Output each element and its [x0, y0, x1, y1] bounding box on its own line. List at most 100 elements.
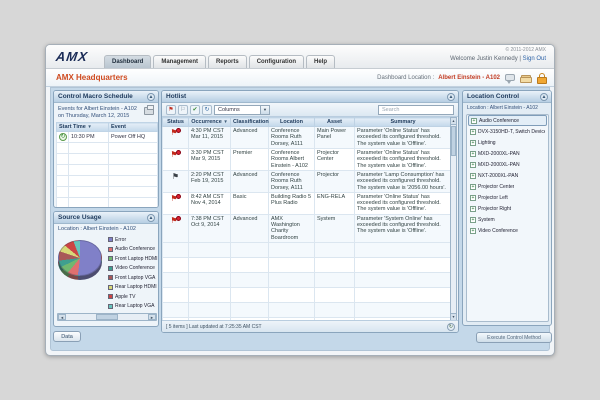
tree-item-mxd-panel-1[interactable]: + MXD-2000XL-PAN [468, 148, 547, 159]
folder-icon[interactable] [520, 73, 532, 84]
hotlist-panel-title: Hotlist [166, 93, 187, 100]
legend-item: Rear Laptop HDMI [108, 283, 158, 293]
empty-cell [56, 197, 69, 207]
column-event[interactable]: Event [108, 122, 158, 132]
tree-expand-icon[interactable]: + [470, 161, 476, 168]
hotlist-row[interactable]: ⚑ 4:30 PM CST Mar 11, 2015 Advanced Confe… [162, 126, 452, 149]
tree-item-nxt-panel[interactable]: + NXT-2000XL-PAN [468, 170, 547, 181]
tree-item-audio-conference[interactable]: + Audio Conference [468, 115, 547, 126]
tree-item-mxd-panel-2[interactable]: + MXD-2000XL-PAN [468, 159, 547, 170]
hotlist-row[interactable]: ⚑ 8:42 AM CST Nov 4, 2014 Basic Building … [162, 191, 452, 215]
hotlist-row[interactable]: ⚑ 3:30 PM CST Mar 9, 2015 Premier Confere… [162, 147, 452, 171]
tree-item-projector-right[interactable]: + Projector Right [468, 203, 547, 214]
legend-swatch [108, 294, 113, 300]
source-usage-collapse-icon[interactable]: ▲ [147, 214, 155, 222]
hotlist-row[interactable]: ⚑ 7:38 PM CST Oct 9, 2014 Advanced AMX Wa… [162, 213, 452, 244]
scroll-up-arrow-icon[interactable]: ▲ [451, 118, 456, 125]
location-control-collapse-icon[interactable]: ▲ [540, 93, 548, 101]
status-cell: ⚑ [162, 213, 189, 244]
tree-expand-icon[interactable]: + [470, 128, 476, 135]
schedule-subtitle-line1: Events for Albert Einstein - A102 [58, 106, 137, 112]
hotlist-vertical-scrollbar[interactable]: ▲ ▼ [450, 117, 457, 321]
hotlist-status-bar: [ 5 items ] Last updated at 7:25:35 AM C… [162, 320, 458, 332]
scrollbar-thumb[interactable] [96, 314, 118, 320]
empty-cell [67, 142, 110, 154]
execute-control-method-button[interactable]: Execute Control Method [476, 332, 552, 343]
empty-cell [354, 287, 452, 303]
tab-dashboard[interactable]: Dashboard [104, 55, 152, 68]
tab-configuration[interactable]: Configuration [248, 55, 305, 68]
column-classification[interactable]: Classification [230, 117, 269, 127]
chat-bubble-icon[interactable] [504, 73, 516, 84]
asset-cell: Main Power Panel [314, 126, 355, 149]
empty-cell [108, 197, 158, 207]
empty-cell [162, 272, 189, 288]
schedule-collapse-icon[interactable]: ▲ [147, 93, 155, 101]
legend-item: Apple TV [108, 292, 158, 302]
classification-cell: Advanced [230, 213, 269, 244]
main-tabs: Dashboard Management Reports Configurati… [104, 55, 336, 68]
columns-dropdown[interactable]: Columns ▼ [214, 105, 270, 115]
tree-item-projector-center[interactable]: + Projector Center [468, 181, 547, 192]
tree-expand-icon[interactable]: + [470, 194, 476, 201]
tab-help[interactable]: Help [306, 55, 336, 68]
column-asset[interactable]: Asset [314, 117, 355, 127]
refresh-icon[interactable]: ↻ [202, 105, 212, 115]
tree-item-lighting[interactable]: + Lighting [468, 137, 547, 148]
hotlist-status-text: [ 5 items ] Last updated at 7:25:35 AM C… [166, 324, 262, 330]
flag-icon[interactable]: ⚑ [166, 105, 176, 115]
tree-expand-icon[interactable]: + [470, 139, 476, 146]
flag-outline-icon[interactable]: ⚐ [178, 105, 188, 115]
empty-cell [162, 257, 189, 273]
column-occurrence[interactable]: Occurrence ▼ [188, 117, 231, 127]
search-input[interactable] [378, 105, 454, 115]
tab-management[interactable]: Management [153, 55, 207, 68]
tree-item-dvx-switch[interactable]: + DVX-3150HD-T, Switch Device [468, 126, 547, 137]
tab-reports[interactable]: Reports [208, 55, 247, 68]
legend-label: Audio Conference [115, 246, 156, 253]
empty-cell [315, 333, 355, 334]
tree-expand-icon[interactable]: + [470, 227, 476, 234]
tree-expand-icon[interactable]: + [471, 117, 477, 124]
empty-cell [314, 302, 355, 318]
column-start-time[interactable]: Start Time ▼ [55, 122, 110, 132]
empty-cell [268, 242, 315, 258]
column-status[interactable]: Status [162, 117, 189, 127]
asset-cell: Projector Center [314, 147, 355, 171]
source-usage-horizontal-scrollbar[interactable]: ◄ ► [57, 313, 157, 321]
empty-cell [230, 287, 269, 303]
empty-cell [189, 333, 231, 334]
lock-icon[interactable] [536, 72, 548, 84]
tree-item-system[interactable]: + System [468, 214, 547, 225]
column-summary[interactable]: Summary [354, 117, 452, 127]
check-icon[interactable]: ✔ [190, 105, 200, 115]
empty-cell [67, 175, 110, 187]
scrollbar-thumb[interactable] [451, 126, 456, 156]
dashboard-location-link[interactable]: Albert Einstein - A102 [438, 75, 500, 81]
tree-expand-icon[interactable]: + [470, 216, 476, 223]
refresh-icon[interactable]: ↻ [447, 323, 455, 331]
tree-expand-icon[interactable]: + [470, 172, 476, 179]
sign-out-link[interactable]: Sign Out [523, 56, 546, 62]
tree-expand-icon[interactable]: + [470, 150, 476, 157]
summary-cell: Parameter 'Online Status' has exceeded i… [354, 126, 452, 149]
empty-cell [230, 242, 269, 258]
occurrence-cell: 4:30 PM CST Mar 11, 2015 [188, 126, 231, 149]
scroll-down-arrow-icon[interactable]: ▼ [451, 313, 456, 320]
tree-item-video-conference[interactable]: + Video Conference [468, 225, 547, 236]
empty-cell [56, 175, 69, 187]
tree-expand-icon[interactable]: + [470, 205, 476, 212]
tree-item-projector-left[interactable]: + Projector Left [468, 192, 547, 203]
data-button[interactable]: Data [53, 331, 81, 342]
scroll-left-arrow-icon[interactable]: ◄ [58, 314, 66, 320]
schedule-event-row[interactable]: ↻ 10:30 PM Power Off HQ [56, 131, 158, 143]
scroll-right-arrow-icon[interactable]: ► [148, 314, 156, 320]
print-icon[interactable] [144, 105, 154, 115]
hotlist-toolbar: ⚑ ⚐ ✔ ↻ Columns ▼ [162, 103, 458, 117]
column-location[interactable]: Location [268, 117, 315, 127]
hotlist-collapse-icon[interactable]: ▲ [447, 93, 455, 101]
classification-cell: Advanced [230, 169, 269, 193]
hotlist-row[interactable]: ⚑ 2:20 PM CST Feb 19, 2015 Advanced Confe… [162, 169, 452, 193]
tree-expand-icon[interactable]: + [470, 183, 476, 190]
chevron-down-icon[interactable]: ▼ [260, 106, 269, 114]
